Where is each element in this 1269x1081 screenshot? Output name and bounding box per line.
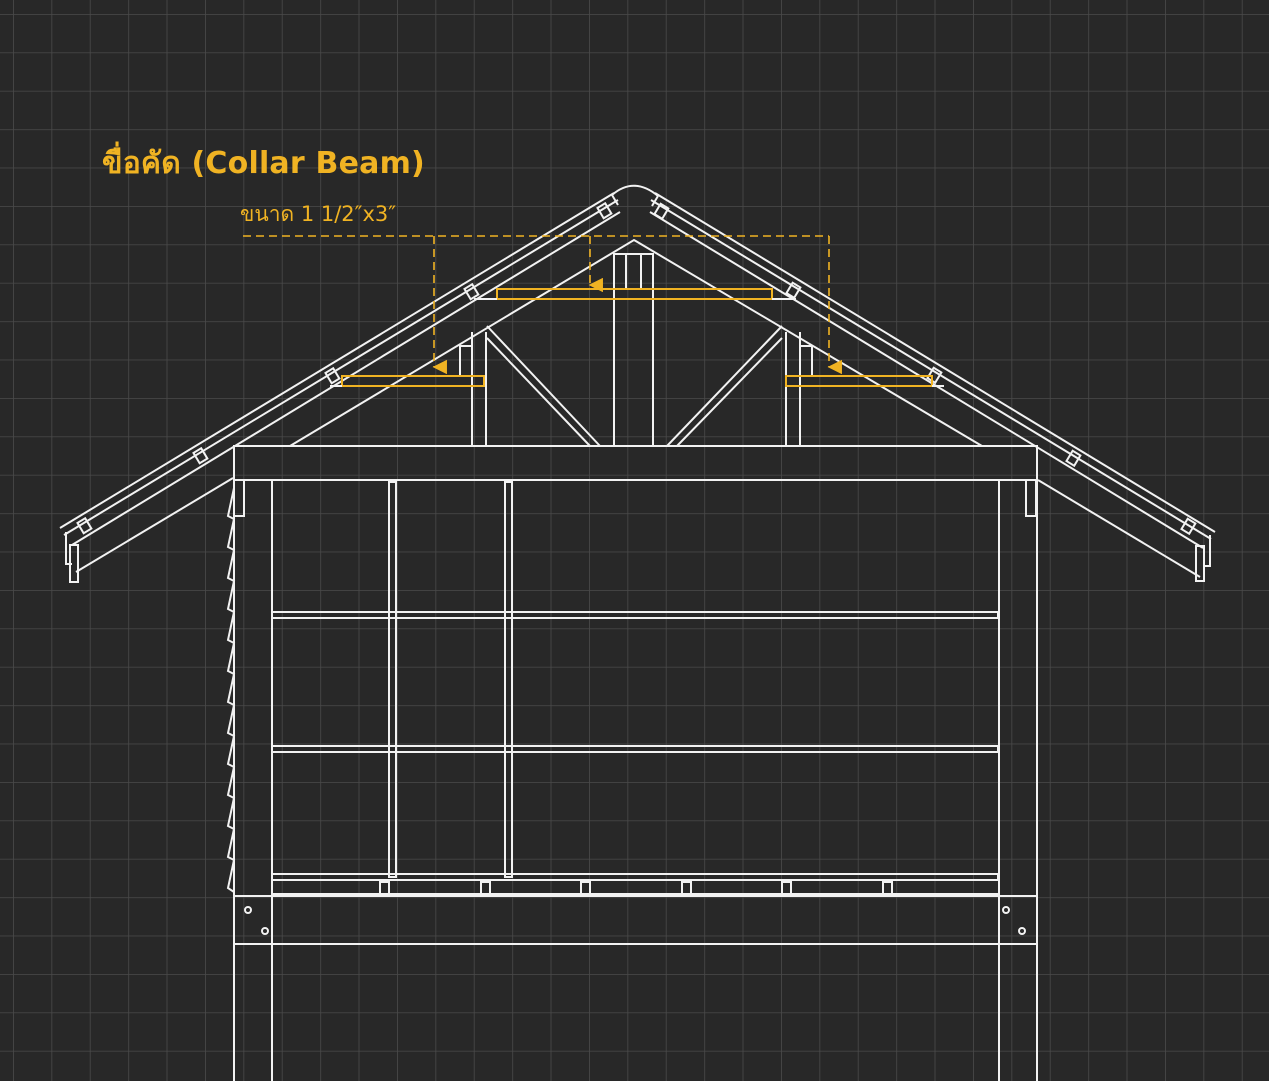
collar-beam-size: ขนาด 1 1/2″x3″	[240, 202, 397, 226]
collar-beam-title: ขื่อคัด (Collar Beam)	[102, 146, 425, 181]
